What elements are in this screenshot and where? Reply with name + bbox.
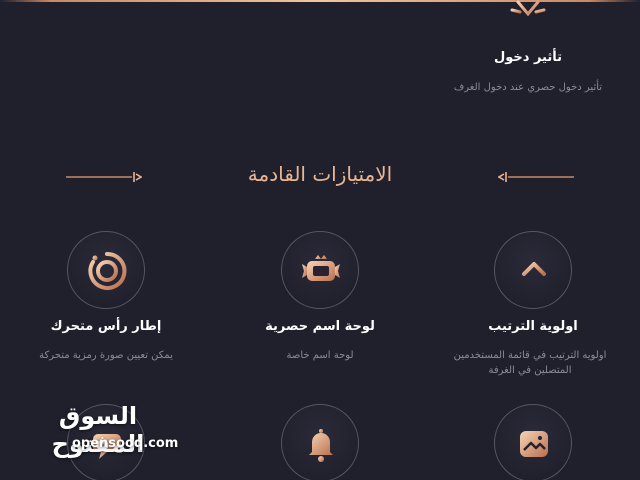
image-icon: [520, 431, 548, 457]
feature-description-nameplate: لوحة اسم خاصة: [286, 350, 354, 361]
entrance-effect-icon: [510, 0, 546, 22]
image-feature[interactable]: [494, 404, 572, 480]
feature-title-nameplate: لوحة اسم حصرية: [265, 319, 375, 334]
feature-description-avatar-frame: يمكن تعيين صورة رمزية متحركة: [39, 350, 173, 361]
feature-description-ranking-priority-line2: المتصلين في الغرفة: [488, 365, 572, 376]
watermark-latin-text: opensooq.com: [72, 436, 179, 451]
feature-title-avatar-frame: إطار رأس متحرك: [50, 319, 162, 334]
feature-description-entrance-effect: تأثير دخول حصري عند دخول الغرف: [453, 82, 603, 93]
bell-icon: [309, 429, 333, 462]
ranking-priority-icon: [521, 255, 547, 288]
notification-feature[interactable]: [281, 404, 359, 480]
nameplate-feature[interactable]: [281, 231, 359, 309]
feature-description-ranking-priority-line1: اولويه الترتيب في قائمة المستخدمين: [453, 350, 607, 361]
avatar-frame-icon: [88, 251, 127, 290]
avatar-frame-feature[interactable]: [67, 231, 145, 309]
ranking-priority-feature[interactable]: [494, 231, 572, 309]
feature-title-ranking-priority: اولوية الترتيب: [488, 319, 578, 334]
watermark: السوق المفتوح opensooq.com: [18, 402, 179, 462]
nameplate-icon: [302, 255, 340, 281]
feature-title-entrance-effect: تأثير دخول: [493, 50, 563, 65]
divider-left: [66, 172, 142, 182]
divider-right: [498, 172, 574, 182]
section-title: الامتيازات القادمة: [247, 162, 393, 186]
